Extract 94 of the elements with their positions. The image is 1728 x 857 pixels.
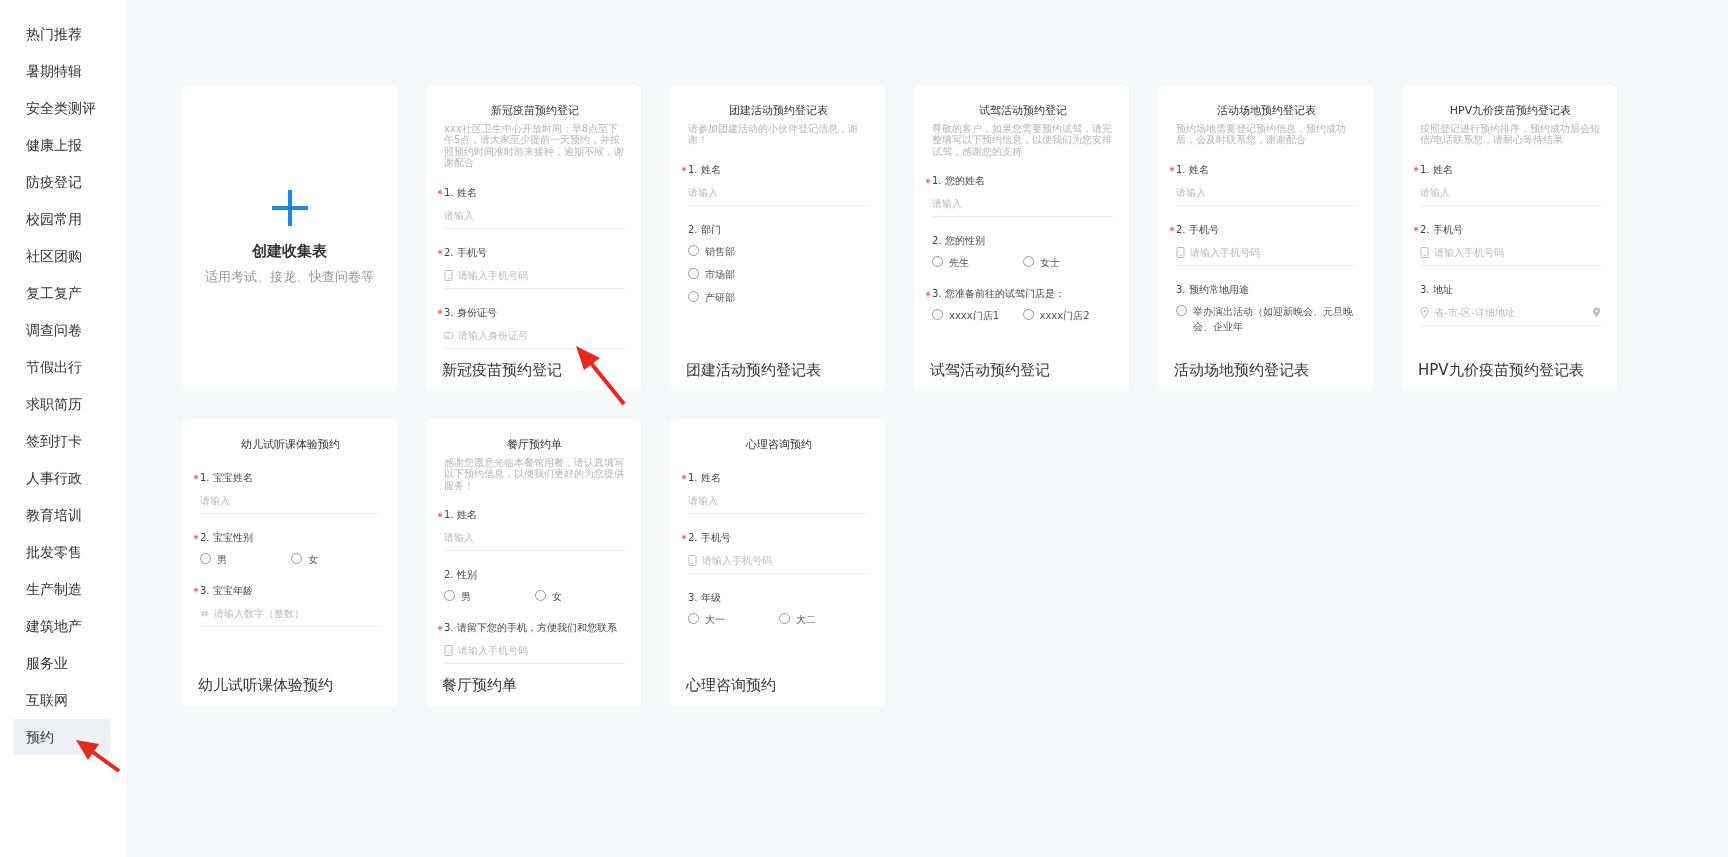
radio-option[interactable]: 市场部 <box>688 266 869 282</box>
field-label: 1. 姓名 <box>444 508 477 522</box>
annotation-arrow <box>76 740 121 773</box>
template-name: 心理咨询预约 <box>686 675 776 696</box>
form-description: 预约场地需要登记预约信息，预约成功后，会及时联系您，谢谢配合 <box>1176 122 1347 146</box>
field-label: 3. 年级 <box>688 590 721 605</box>
template-name: 活动场地预约登记表 <box>1174 359 1309 381</box>
field-label: 1. 宝宝姓名 <box>200 470 253 485</box>
sidebar-item[interactable]: 热门推荐 <box>13 16 110 52</box>
template-name: HPV九价疫苗预约登记表 <box>1418 359 1584 381</box>
radio-option[interactable]: xxxx门店1 <box>932 308 1023 323</box>
sidebar-item[interactable]: 暑期特辑 <box>13 53 110 89</box>
sidebar-item[interactable]: 互联网 <box>13 682 110 718</box>
field-label: 2. 部门 <box>688 222 721 237</box>
sidebar-item[interactable]: 安全类测评 <box>13 90 110 126</box>
field-label: 2. 您的性别 <box>932 234 985 248</box>
plus-icon <box>271 190 308 226</box>
sidebar-item[interactable]: 签到打卡 <box>13 423 110 459</box>
field-label: 1. 姓名 <box>444 185 477 200</box>
field-label: 2. 手机号 <box>1176 222 1219 237</box>
create-subtitle: 适用考试、接龙、快查问卷等 <box>205 267 374 286</box>
form-title: HPV九价疫苗预约登记表 <box>1448 103 1573 119</box>
sidebar-item[interactable]: 服务业 <box>13 645 110 681</box>
radio-option[interactable]: 女 <box>534 589 625 604</box>
field-label: 3. 身份证号 <box>444 305 497 320</box>
create-card[interactable]: 创建收集表 适用考试、接龙、快查问卷等 <box>182 85 397 391</box>
form-description: 请参加团建活动的小伙伴登记信息，谢谢！ <box>688 122 859 146</box>
field-label: 1. 姓名 <box>1176 162 1209 177</box>
field-label: 3. 请留下您的手机，方便我们和您联系 <box>444 621 617 635</box>
radio-option[interactable]: 女士 <box>1022 255 1113 270</box>
annotation-arrow <box>576 346 626 406</box>
phone-icon <box>688 554 697 566</box>
sidebar-item[interactable]: 调查问卷 <box>13 312 110 348</box>
sidebar-item[interactable]: 复工复产 <box>13 275 110 311</box>
form-title: 试驾活动预约登记 <box>977 103 1068 119</box>
radio-option[interactable]: 大二 <box>778 611 869 627</box>
id-card-icon <box>444 329 453 341</box>
form-title: 活动场地预约登记表 <box>1216 103 1317 119</box>
sidebar-item[interactable]: 社区团购 <box>13 238 110 274</box>
phone-icon <box>1420 246 1429 258</box>
field-label: 1. 姓名 <box>688 162 721 177</box>
location-icon <box>1420 306 1429 318</box>
radio-option[interactable]: 男 <box>200 551 291 567</box>
template-name: 团建活动预约登记表 <box>686 359 821 381</box>
sidebar-item[interactable]: 建筑地产 <box>13 608 110 644</box>
template-name: 幼儿试听课体验预约 <box>198 675 333 696</box>
form-title: 心理咨询预约 <box>744 437 813 453</box>
radio-option[interactable]: 大一 <box>688 611 779 627</box>
sidebar-item[interactable]: 节假出行 <box>13 349 110 385</box>
template-card[interactable]: 团建活动预约登记表 请参加团建活动的小伙伴登记信息，谢谢！ 1. 姓名 请输入 2. 部门 销售部 市场部 产研部 团建活动预约登记表 <box>670 85 885 391</box>
radio-option[interactable]: 女 <box>290 551 381 567</box>
field-label: 1. 姓名 <box>688 470 721 485</box>
field-label: 2. 手机号 <box>444 245 487 260</box>
field-label: 3. 地址 <box>1420 282 1453 297</box>
form-title: 幼儿试听课体验预约 <box>240 437 341 453</box>
location-icon <box>1592 306 1601 318</box>
radio-option[interactable]: 男 <box>444 589 535 604</box>
sidebar-item[interactable]: 求职简历 <box>13 386 110 422</box>
form-title: 新冠疫苗预约登记 <box>489 103 580 119</box>
field-label: 3. 宝宝年龄 <box>200 583 253 598</box>
create-title: 创建收集表 <box>252 241 327 262</box>
sidebar-item[interactable]: 教育培训 <box>13 497 110 533</box>
form-title: 团建活动预约登记表 <box>728 103 829 119</box>
phone-icon <box>1176 246 1185 258</box>
sidebar-item[interactable]: 生产制造 <box>13 571 110 607</box>
phone-icon <box>444 645 453 656</box>
sidebar-item[interactable]: 批发零售 <box>13 534 110 570</box>
form-description: 按照登记进行预约排序，预约成功后会短信/电话联系您，请耐心等待结果 <box>1420 122 1601 146</box>
template-name: 试驾活动预约登记 <box>930 359 1050 381</box>
field-label: 1. 姓名 <box>1420 162 1453 177</box>
sidebar-item[interactable]: 预约 <box>13 719 110 755</box>
template-card[interactable]: 活动场地预约登记表 预约场地需要登记预约信息，预约成功后，会及时联系您，谢谢配合 1. 姓名 请输入 2. 手机号 请输入手机号码 3. 预约常地用途 举办演出活动（如迎新晚会、元旦晚会、企业年 活动场地预约登记表 <box>1158 85 1373 391</box>
field-label: 2. 手机号 <box>1420 222 1463 237</box>
sidebar-item[interactable]: 人事行政 <box>13 460 110 496</box>
sidebar-item[interactable]: 校园常用 <box>13 201 110 237</box>
radio-option[interactable]: xxxx门店2 <box>1022 308 1113 323</box>
template-name: 新冠疫苗预约登记 <box>442 359 562 381</box>
template-card[interactable]: 幼儿试听课体验预约 1. 宝宝姓名 请输入 2. 宝宝性别 男 女 3. 宝宝年龄 请输入数字（整数） 幼儿试听课体验预约 <box>182 419 397 707</box>
field-label: 3. 预约常地用途 <box>1176 282 1249 297</box>
field-label: 3. 您准备前往的试驾门店是： <box>932 287 1065 301</box>
form-title: 餐厅预约单 <box>506 437 563 453</box>
field-label: 2. 性别 <box>444 568 477 582</box>
sidebar-item[interactable]: 防疫登记 <box>13 164 110 200</box>
radio-option[interactable]: 举办演出活动（如迎新晚会、元旦晚会、企业年 <box>1176 303 1357 334</box>
field-label: 1. 您的姓名 <box>932 174 985 188</box>
template-card[interactable]: 心理咨询预约 1. 姓名 请输入 2. 手机号 请输入手机号码 3. 年级 大一 大二 心理咨询预约 <box>670 419 885 707</box>
radio-option[interactable]: 销售部 <box>688 243 869 259</box>
template-name: 餐厅预约单 <box>442 675 517 696</box>
radio-option[interactable]: 先生 <box>932 255 1023 270</box>
radio-option[interactable]: 产研部 <box>688 289 869 305</box>
field-label: 2. 宝宝性别 <box>200 530 253 545</box>
phone-icon <box>444 269 453 281</box>
field-label: 2. 手机号 <box>688 530 731 545</box>
sidebar-item[interactable]: 健康上报 <box>13 127 110 163</box>
